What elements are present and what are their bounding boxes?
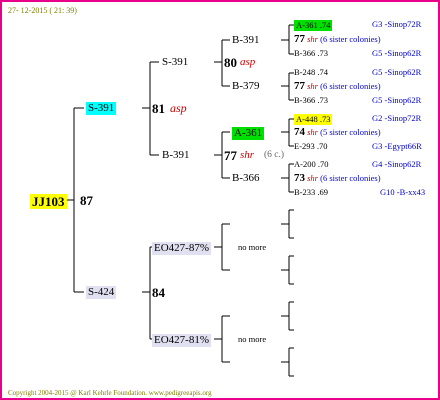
gen2-a-label: S-391 <box>162 56 189 68</box>
sire-label: S-391 <box>86 102 117 115</box>
gen4-row-8: 74 shr (5 sister colonies) <box>294 127 381 138</box>
queen-score: 87 <box>80 193 93 208</box>
gen3-b2-label: B-366 <box>232 172 260 184</box>
dam-label: S-424 <box>86 286 117 299</box>
gen2-d-note: no more <box>238 334 267 344</box>
gen2-c-note: no more <box>238 242 267 252</box>
gen4-row-2-type: shr <box>307 34 318 44</box>
gen4-row-12-id: B-233 .69 <box>294 187 328 197</box>
date-stamp: 27- 12-2015 ( 21: 39) <box>8 6 77 15</box>
gen4-row-3-id: B-366 .73 <box>294 48 328 58</box>
sire-type: asp <box>170 101 187 115</box>
gen2-b-score: 77 <box>224 148 237 163</box>
gen4-row-4-id: B-248 .74 <box>294 67 328 77</box>
gen4-row-8-note: (5 sister colonies) <box>320 127 381 137</box>
gen4-row-11-note: (6 sister colonies) <box>320 173 381 183</box>
gen2-c-label: EO427-87% <box>152 242 211 255</box>
gen4-row-5-note: (6 sister colonies) <box>320 81 381 91</box>
gen4-row-8-score: 74 <box>294 126 305 138</box>
gen4-row-2-score: 77 <box>294 33 305 45</box>
gen4-row-11-score: 73 <box>294 172 305 184</box>
gen2-b-label: B-391 <box>162 149 190 161</box>
gen4-row-9-id: E-293 .70 <box>294 141 328 151</box>
gen2-d-label: EO427-81% <box>152 334 211 347</box>
gen4-row-5-score: 77 <box>294 80 305 92</box>
gen4-row-4-origin: G5 -Sinop62R <box>372 67 422 77</box>
gen4-row-12-origin: G10 -B-xx43 <box>380 187 426 197</box>
gen4-row-6-id: B-366 .73 <box>294 95 328 105</box>
gen2-b-note: (6 c.) <box>264 150 285 160</box>
gen4-row-2-note: (6 sister colonies) <box>320 34 381 44</box>
gen4-row-3-origin: G5 -Sinop62R <box>372 48 422 58</box>
gen3-a1-label: B-391 <box>232 34 260 46</box>
gen4-row-5: 77 shr (6 sister colonies) <box>294 81 381 92</box>
sire-score: 81 <box>152 101 165 116</box>
pedigree-chart: { "date": "27- 12-2015 ( 21: 39)", "foot… <box>0 0 440 400</box>
gen4-row-2: 77 shr (6 sister colonies) <box>294 34 381 45</box>
gen4-row-5-type: shr <box>307 81 318 91</box>
gen4-row-7-origin: G2 -Sinop72R <box>372 113 422 123</box>
queen-label: JJ103 <box>30 194 67 209</box>
gen4-row-1-origin: G3 -Sinop72R <box>372 19 422 29</box>
gen3-b1-label: A-361 <box>232 127 265 140</box>
gen4-row-11-type: shr <box>307 173 318 183</box>
gen4-row-10-origin: G4 -Sinop62R <box>372 159 422 169</box>
gen4-row-7-id: A-448 .73 <box>294 114 333 125</box>
pedigree-connector-lines <box>66 24 294 377</box>
dam-score: 84 <box>152 285 165 300</box>
gen2-a-type: asp <box>240 56 256 68</box>
gen2-a-score: 80 <box>224 55 237 70</box>
gen2-b-type: shr <box>240 149 255 161</box>
gen4-row-11: 73 shr (6 sister colonies) <box>294 173 381 184</box>
gen4-row-9-origin: G3 -Egypt66R <box>372 141 422 151</box>
gen4-row-1-id: A-361 .74 <box>294 20 333 31</box>
gen4-row-6-origin: G5 -Sinop62R <box>372 95 422 105</box>
gen4-row-8-type: shr <box>307 127 318 137</box>
gen4-row-10-id: A-200 .70 <box>294 159 329 169</box>
copyright-footer: Copyright 2004-2015 @ Karl Kehrle Founda… <box>8 389 212 397</box>
gen3-a2-label: B-379 <box>232 80 260 92</box>
